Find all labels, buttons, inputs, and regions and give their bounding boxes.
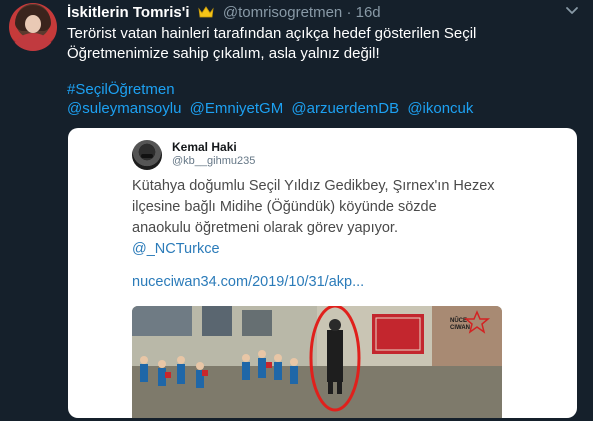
user-handle[interactable]: @tomrisogretmen	[223, 4, 342, 21]
quoted-text-line: ilçesine bağlı Midihe (Öğündük) köyünde …	[132, 199, 437, 215]
quoted-text-line: Kütahya doğumlu Seçil Yıldız Gedikbey, Ş…	[132, 178, 495, 194]
mention-link[interactable]: @ikoncuk	[407, 100, 473, 117]
mention-link[interactable]: @suleymansoylu	[67, 100, 181, 117]
quoted-display-name[interactable]: Kemal Haki	[172, 140, 237, 154]
crown-icon	[198, 6, 214, 18]
chevron-down-icon[interactable]	[565, 6, 579, 16]
quoted-text-line: anaokulu öğretmeni olarak görev yapıyor.	[132, 220, 398, 236]
tweet-text-line: Öğretmenimize sahip çıkalım, asla yalnız…	[67, 45, 380, 62]
hashtag-link[interactable]: #SeçilÖğretmen	[67, 80, 175, 100]
mention-link[interactable]: @EmniyetGM	[190, 100, 284, 117]
quoted-text: Kütahya doğumlu Seçil Yıldız Gedikbey, Ş…	[132, 176, 522, 260]
quoted-avatar[interactable]	[132, 140, 162, 170]
separator: ·	[346, 4, 352, 21]
display-name[interactable]: İskitlerin Tomris'i	[67, 4, 190, 21]
quoted-url-link[interactable]: nuceciwan34.com/2019/10/31/akp...	[132, 274, 364, 290]
tweet-text: Terörist vatan hainleri tarafından açıkç…	[67, 24, 577, 64]
quoted-handle[interactable]: @kb__gihmu235	[172, 155, 255, 167]
quoted-photo[interactable]: NÛCE CIWAN	[132, 306, 502, 418]
svg-text:NÛCE: NÛCE	[450, 317, 467, 324]
mention-link[interactable]: @arzuerdemDB	[291, 100, 399, 117]
profile-avatar[interactable]	[9, 3, 57, 51]
schoolyard-photo: NÛCE CIWAN	[132, 306, 502, 418]
mentions: @suleymansoylu @EmniyetGM @arzuerdemDB @…	[67, 99, 477, 119]
tweet[interactable]: İskitlerin Tomris'i @tomrisogretmen · 16…	[0, 0, 593, 421]
tweet-header: İskitlerin Tomris'i @tomrisogretmen · 16…	[67, 4, 381, 22]
timestamp[interactable]: 16d	[356, 4, 381, 21]
svg-text:CIWAN: CIWAN	[450, 325, 470, 331]
tweet-text-line: Terörist vatan hainleri tarafından açıkç…	[67, 25, 477, 42]
quoted-mention-link[interactable]: @_NCTurkce	[132, 241, 220, 257]
quoted-tweet-card[interactable]: Kemal Haki @kb__gihmu235 Kütahya doğumlu…	[68, 128, 577, 418]
